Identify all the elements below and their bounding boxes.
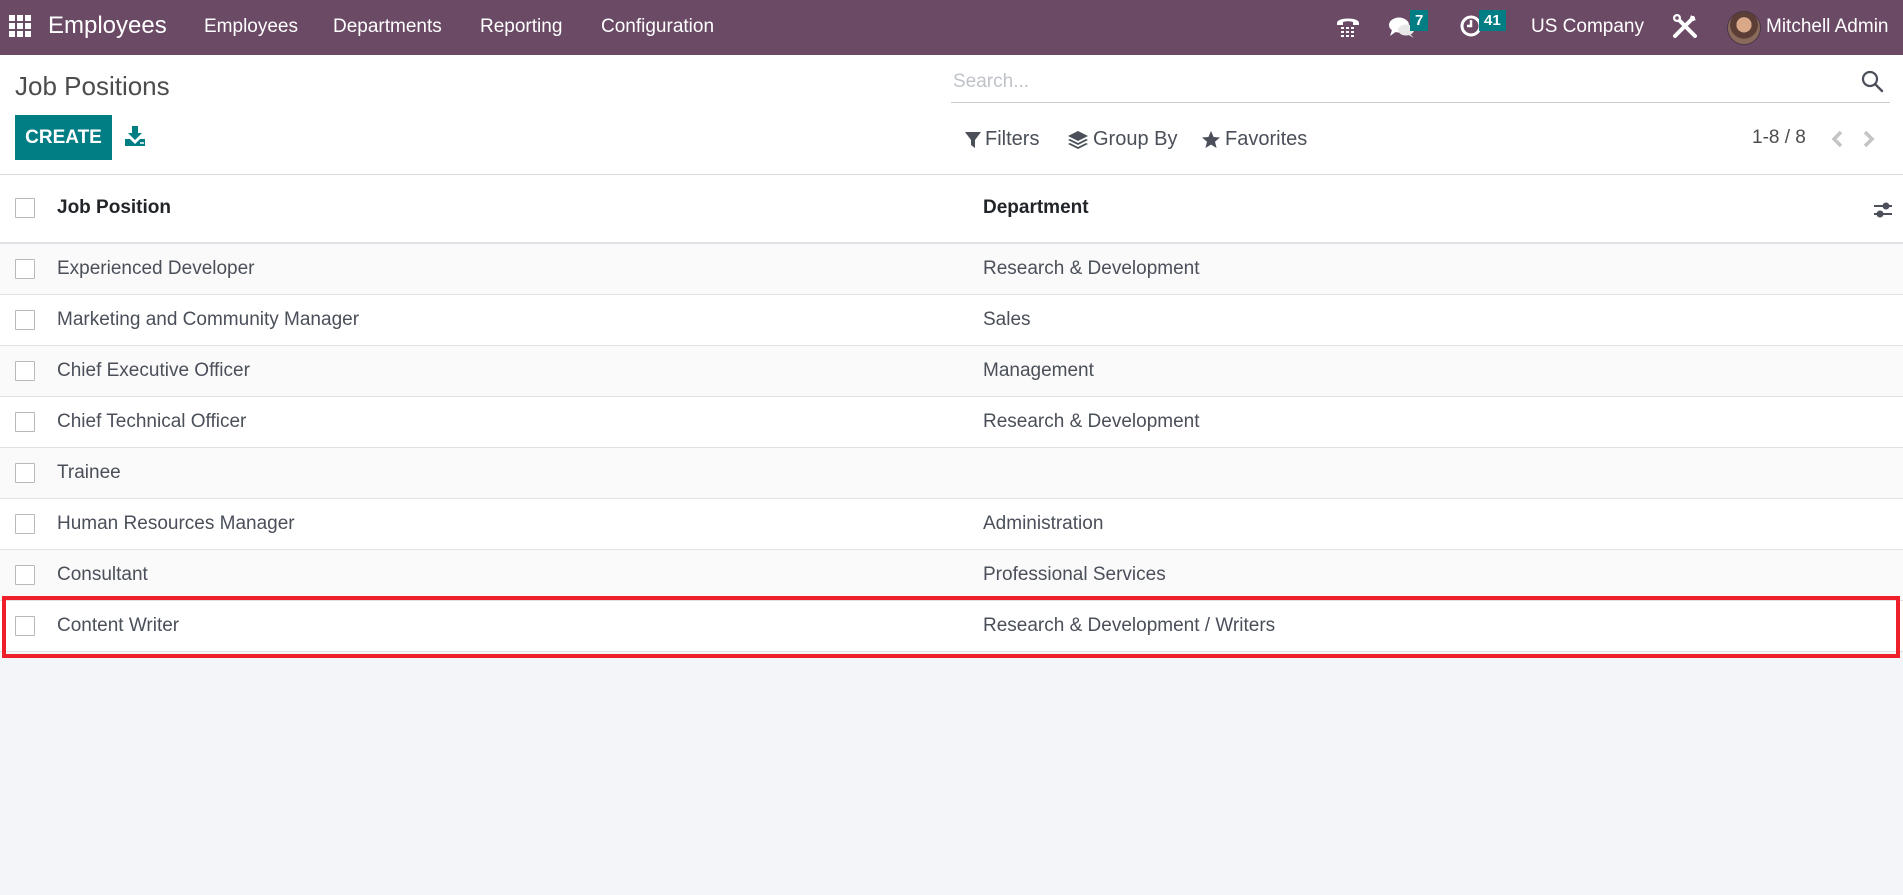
table-row[interactable]: Chief Technical Officer Research & Devel… [0,397,1903,448]
cell-department: Research & Development [983,258,1200,279]
cell-job-position: Chief Technical Officer [57,411,247,432]
search-icon[interactable] [1860,69,1884,93]
table-row[interactable]: Chief Executive Officer Management [0,346,1903,397]
menu-configuration[interactable]: Configuration [601,16,714,38]
cell-department: Research & Development [983,411,1200,432]
company-switcher[interactable]: US Company [1531,16,1644,38]
cell-job-position: Human Resources Manager [57,513,295,534]
row-checkbox[interactable] [15,412,35,432]
row-checkbox[interactable] [15,463,35,483]
table-row[interactable]: Consultant Professional Services [0,550,1903,601]
table-row[interactable]: Human Resources Manager Administration [0,499,1903,550]
cell-job-position: Marketing and Community Manager [57,309,360,330]
pager-value[interactable]: 1-8 / 8 [1752,127,1806,149]
row-checkbox[interactable] [15,310,35,330]
favorites-label: Favorites [1225,128,1308,150]
table-row[interactable]: Experienced Developer Research & Develop… [0,244,1903,295]
table-row[interactable]: Trainee [0,448,1903,499]
cell-job-position: Content Writer [57,615,180,636]
user-menu[interactable]: Mitchell Admin [1766,16,1889,38]
tools-icon[interactable] [1671,12,1699,45]
cell-job-position: Consultant [57,564,148,585]
search-input[interactable] [953,69,1833,95]
control-panel: Job Positions CREATE Filters Group By [0,55,1903,175]
activity-count-badge: 41 [1479,10,1506,31]
row-checkbox[interactable] [15,565,35,585]
table-row[interactable]: Marketing and Community Manager Sales [0,295,1903,346]
group-by-label: Group By [1093,128,1178,150]
cell-job-position: Trainee [57,462,121,483]
cell-job-position: Chief Executive Officer [57,360,250,381]
cell-job-position: Experienced Developer [57,258,255,279]
star-icon [1202,130,1220,148]
app-name[interactable]: Employees [48,12,167,40]
user-avatar[interactable] [1727,11,1761,45]
apps-grid-icon[interactable] [9,15,31,37]
cell-department: Management [983,360,1094,381]
cell-department: Professional Services [983,564,1166,585]
chevron-right-icon [1863,130,1875,148]
page-title: Job Positions [15,71,170,101]
phone-icon[interactable] [1335,14,1361,43]
table-row[interactable]: Content Writer Research & Development / … [0,601,1903,652]
top-navbar: Employees Employees Departments Reportin… [0,0,1903,55]
filter-icon [965,131,981,148]
row-checkbox[interactable] [15,616,35,636]
cell-department: Administration [983,513,1104,534]
table-header: Job Position Department [0,175,1903,244]
search-bar [951,63,1890,103]
optional-columns-icon[interactable] [1872,199,1894,221]
row-checkbox[interactable] [15,361,35,381]
column-header-department[interactable]: Department [983,197,1089,219]
cell-department: Research & Development / Writers [983,615,1276,636]
create-button[interactable]: CREATE [15,115,112,160]
row-checkbox[interactable] [15,514,35,534]
chevron-left-icon [1831,130,1843,148]
select-all-checkbox[interactable] [15,198,35,218]
filters-label: Filters [985,128,1040,150]
pager-next-button[interactable] [1860,129,1878,149]
menu-reporting[interactable]: Reporting [480,16,562,38]
pager-previous-button[interactable] [1828,129,1846,149]
menu-departments[interactable]: Departments [333,16,442,38]
chat-count-badge: 7 [1410,10,1429,31]
download-icon[interactable] [124,125,148,149]
group-by-button[interactable]: Group By [1067,128,1177,151]
row-checkbox[interactable] [15,259,35,279]
job-positions-list: Job Position Department Experienced Deve… [0,175,1903,652]
column-header-job-position[interactable]: Job Position [57,197,171,219]
filters-button[interactable]: Filters [965,128,1039,151]
menu-employees[interactable]: Employees [204,16,298,38]
favorites-button[interactable]: Favorites [1201,128,1307,151]
cell-department: Sales [983,309,1031,330]
layers-icon [1068,130,1088,149]
